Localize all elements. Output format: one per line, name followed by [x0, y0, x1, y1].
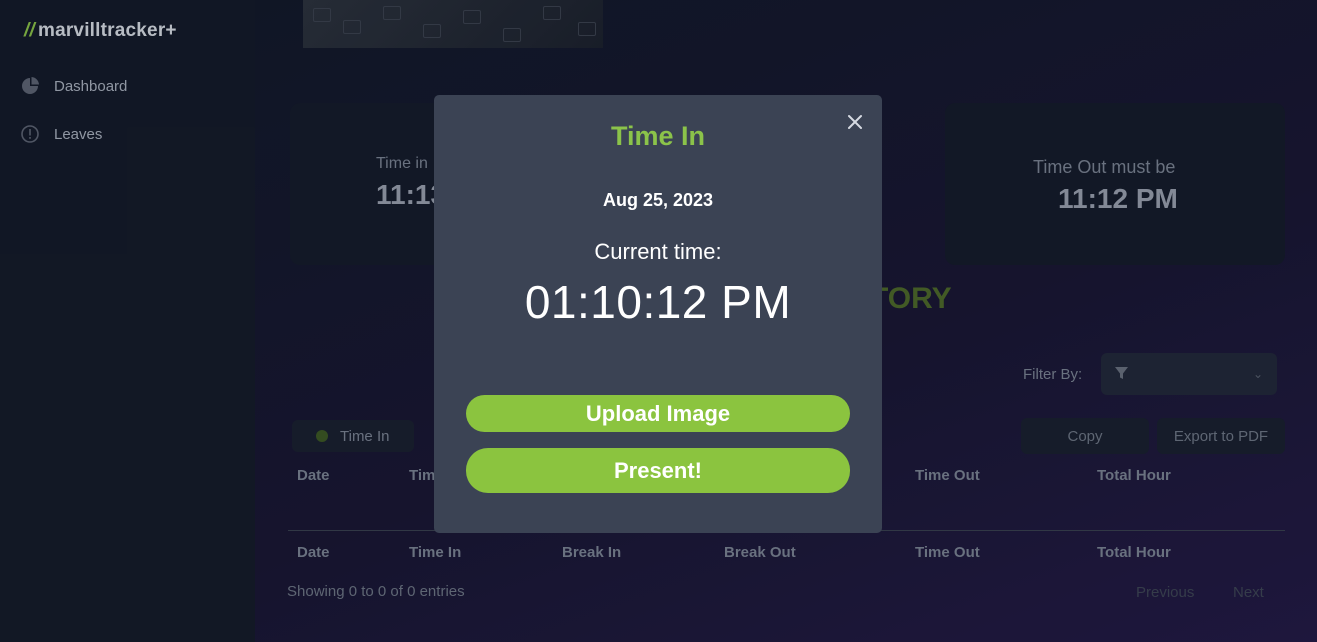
- upload-image-button[interactable]: Upload Image: [466, 395, 850, 432]
- close-icon[interactable]: [846, 113, 864, 131]
- current-time-label: Current time:: [594, 239, 722, 264]
- modal-title: Time In: [610, 121, 706, 151]
- current-time-value: 01:10:12 PM: [524, 276, 792, 328]
- modal-date: Aug 25, 2023: [602, 190, 714, 210]
- time-in-modal: Time In Aug 25, 2023 Current time: 01:10…: [434, 95, 882, 533]
- present-button[interactable]: Present!: [466, 448, 850, 493]
